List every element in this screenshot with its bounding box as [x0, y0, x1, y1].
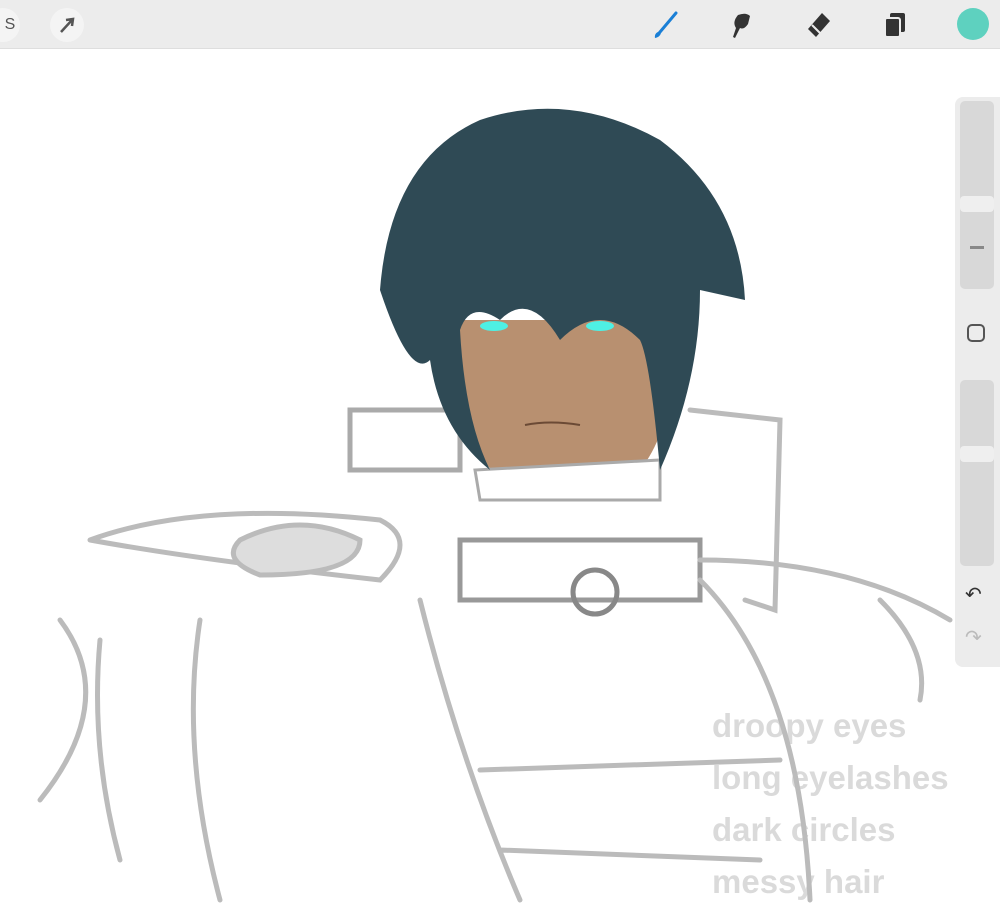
transform-button[interactable]: [50, 8, 84, 42]
undo-icon: ↶: [965, 584, 982, 606]
note-line: droopy eyes: [712, 707, 907, 744]
brush-tool-button[interactable]: [648, 8, 682, 42]
opacity-thumb[interactable]: [960, 446, 994, 463]
smudge-icon: [733, 13, 750, 38]
note-line: messy hair: [712, 863, 885, 900]
canvas-notes: droopy eyes long eyelashes dark circles …: [712, 700, 949, 908]
eraser-tool-button[interactable]: [801, 8, 835, 42]
layers-icon: [884, 13, 905, 38]
redo-button[interactable]: ↷: [965, 625, 982, 650]
undo-button[interactable]: ↶: [965, 582, 982, 607]
modify-square-button[interactable]: [967, 324, 985, 342]
smudge-tool-button[interactable]: [724, 8, 758, 42]
eraser-icon: [808, 13, 830, 37]
sidebar: ↶ ↷: [955, 97, 1000, 667]
redo-icon: ↷: [965, 627, 982, 649]
selection-button[interactable]: S: [0, 8, 20, 42]
transform-arrow-icon: [60, 17, 75, 33]
color-picker-button[interactable]: [957, 8, 989, 40]
brush-icon: [654, 11, 678, 38]
brush-size-slider[interactable]: [960, 101, 994, 289]
character-head: [380, 108, 745, 502]
brush-size-thumb[interactable]: [960, 195, 994, 212]
top-toolbar: S: [0, 0, 1000, 49]
note-line: dark circles: [712, 811, 896, 848]
note-line: long eyelashes: [712, 759, 949, 796]
minus-icon: [970, 246, 984, 249]
layers-button[interactable]: [878, 8, 912, 42]
selection-icon: S: [4, 16, 16, 33]
opacity-slider[interactable]: [960, 380, 994, 566]
